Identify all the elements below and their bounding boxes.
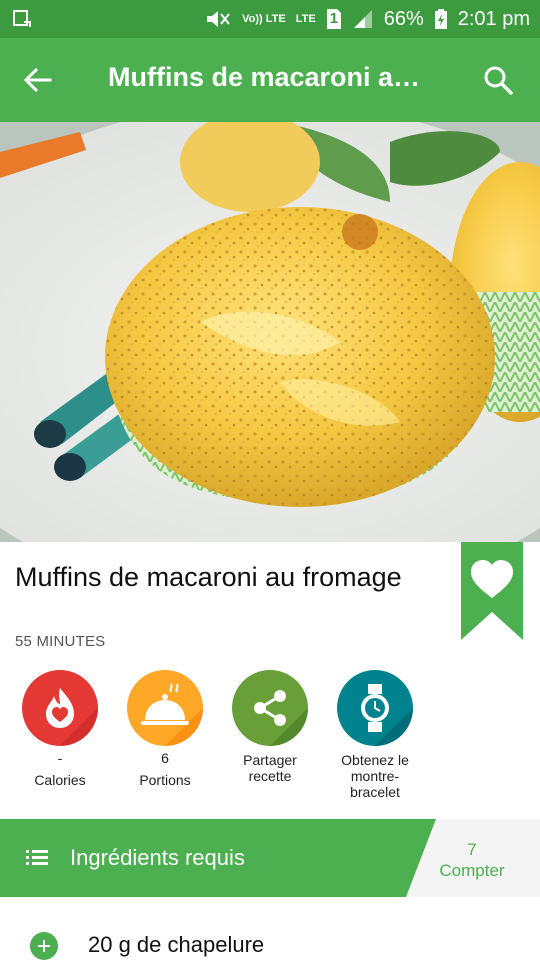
search-icon[interactable] [478, 60, 518, 100]
signal-icon [352, 8, 374, 30]
add-ingredient-icon[interactable] [30, 932, 58, 960]
portions-value: 6 [161, 750, 169, 766]
watch-label: Obtenez le montre-bracelet [341, 752, 409, 800]
calories-action[interactable]: - Calories [8, 670, 112, 788]
battery-charging-icon [434, 8, 448, 30]
mute-icon [204, 8, 232, 30]
sim-number: 1 [329, 10, 339, 27]
clock: 2:01 pm [457, 7, 530, 30]
share-recipe-label: Partager recette [243, 752, 297, 784]
volte-indicator: Vo)) LTE [242, 13, 286, 25]
favorite-bookmark-button[interactable] [461, 542, 523, 640]
ingredients-header: Ingrédients requis 7 Compter [0, 819, 540, 897]
sim-icon: 1 [326, 8, 342, 30]
watch-icon [337, 670, 413, 746]
watch-action[interactable]: Obtenez le montre-bracelet [323, 670, 427, 800]
battery-percent: 66% [383, 7, 424, 30]
calories-value: - [57, 750, 63, 766]
ingredient-text: 20 g de chapelure [88, 932, 265, 957]
calories-label: Calories [34, 772, 86, 788]
ingredient-item[interactable]: 20 g de chapelure [0, 918, 540, 960]
ingredients-count-value: 7 [467, 840, 477, 859]
status-bar: Vo)) LTE LTE 1 66% 2:01 pm [0, 0, 540, 38]
ingredients-count: 7 Compter [420, 839, 524, 881]
app-bar: Muffins de macaroni a… [0, 38, 540, 122]
portions-label: Portions [139, 772, 191, 788]
list-icon [26, 848, 50, 868]
page-title: Muffins de macaroni a… [108, 62, 421, 92]
cloche-icon [127, 670, 203, 746]
flame-heart-icon [22, 670, 98, 746]
screenshot-notification-icon [12, 8, 32, 28]
arrow-left-icon[interactable] [18, 60, 58, 100]
ingredients-count-label: Compter [439, 861, 505, 880]
recipe-photo [0, 122, 540, 542]
lte-indicator: LTE [295, 13, 316, 25]
share-recipe-action[interactable]: Partager recette [218, 670, 322, 784]
share-icon [232, 670, 308, 746]
recipe-title: Muffins de macaroni au fromage [15, 562, 402, 592]
cook-duration: 55 MINUTES [15, 633, 106, 650]
ingredients-title: Ingrédients requis [70, 845, 245, 870]
portions-action[interactable]: 6 Portions [113, 670, 217, 788]
